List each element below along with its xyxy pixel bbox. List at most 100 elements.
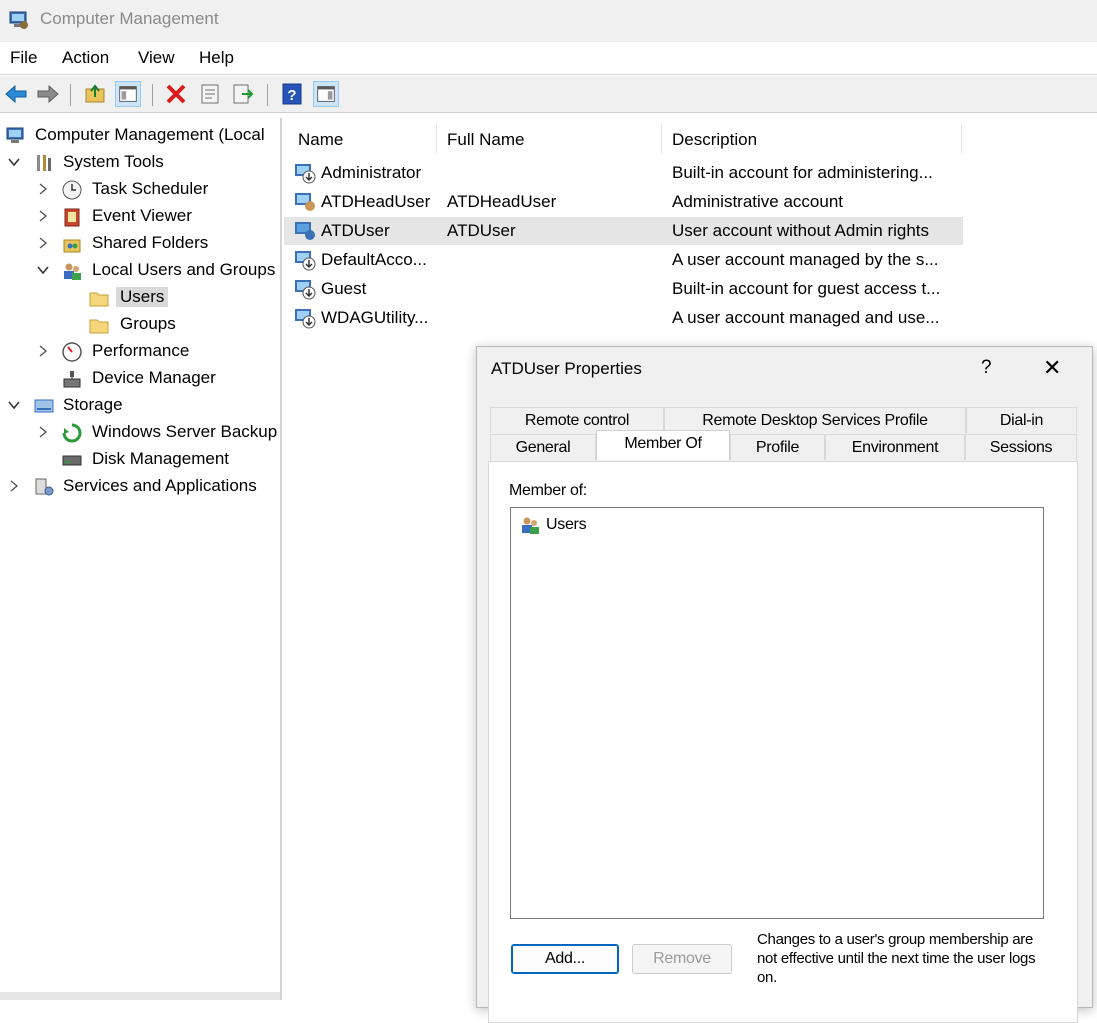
device-manager-icon [63,371,81,388]
tree-horizontal-scrollbar[interactable] [0,992,280,1000]
chevron-right-icon[interactable] [36,236,50,250]
table-row[interactable]: Administrator Built-in account for admin… [284,159,963,187]
export-list-icon[interactable] [230,81,256,107]
toolbar: ? [0,76,1097,113]
computer-management-icon [6,127,24,143]
table-row[interactable]: DefaultAcco... A user account managed by… [284,246,963,274]
table-row[interactable]: ATDUser ATDUser User account without Adm… [284,217,963,245]
tab-row-1: Remote control Remote Desktop Services P… [490,407,1077,434]
user-icon [295,222,315,240]
properties-icon[interactable] [197,81,223,107]
add-button[interactable]: Add... [511,944,619,974]
show-hide-action-pane-icon[interactable] [313,81,339,107]
column-header-name[interactable]: Name [288,124,437,154]
table-row[interactable]: Guest Built-in account for guest access … [284,275,963,303]
cell-name: Administrator [321,163,422,182]
show-hide-console-tree-icon[interactable] [115,81,141,107]
close-icon[interactable]: ✕ [1043,355,1061,381]
tab-member-of[interactable]: Member Of [596,430,730,460]
tree-label: Computer Management (Local [35,125,265,144]
forward-arrow-icon[interactable] [35,81,61,107]
help-button[interactable]: ? [981,357,992,379]
tab-dial-in[interactable]: Dial-in [966,407,1077,433]
menu-action[interactable]: Action [62,48,109,68]
users-group-icon [522,517,539,534]
tree-item-system-tools[interactable]: System Tools [0,150,280,176]
tab-sessions[interactable]: Sessions [965,434,1077,460]
backup-icon [62,423,82,443]
chevron-right-icon[interactable] [36,209,50,223]
tree-label: Windows Server Backup [92,422,278,441]
tree-item-computer-management[interactable]: Computer Management (Local [0,123,280,149]
toolbar-separator [152,84,153,106]
tree-item-storage[interactable]: Storage [0,393,280,419]
tree-label: Local Users and Groups [92,260,276,279]
chevron-down-icon[interactable] [7,155,21,169]
services-icon [35,478,54,496]
cell-description: Built-in account for guest access t... [672,279,941,298]
tree-item-users[interactable]: Users [0,285,280,311]
clock-icon [62,180,82,200]
member-of-label: Member of: [509,482,587,499]
tree-item-shared-folders[interactable]: Shared Folders [0,231,280,257]
storage-icon [34,399,54,413]
tree-item-task-scheduler[interactable]: Task Scheduler [0,177,280,203]
toolbar-separator [70,84,71,106]
toolbar-separator [267,84,268,106]
member-of-tab-page: Member of: Users Add... Remove Changes t… [488,461,1078,1023]
cell-description: User account without Admin rights [672,221,930,240]
tree-item-windows-server-backup[interactable]: Windows Server Backup [0,420,280,446]
tab-environment[interactable]: Environment [825,434,965,460]
chevron-right-icon[interactable] [36,425,50,439]
menu-file[interactable]: File [10,48,37,68]
member-of-list[interactable]: Users [510,507,1044,919]
chevron-right-icon[interactable] [36,182,50,196]
back-arrow-icon[interactable] [3,81,29,107]
table-row[interactable]: WDAGUtility... A user account managed an… [284,304,963,332]
tree-label: Users [116,287,169,307]
chevron-right-icon[interactable] [36,344,50,358]
tree-label: Disk Management [92,449,230,468]
up-folder-icon[interactable] [82,81,108,107]
cell-description: A user account managed by the s... [672,250,939,269]
tree-item-disk-management[interactable]: Disk Management [0,447,280,473]
tree-item-groups[interactable]: Groups [0,312,280,338]
chevron-down-icon[interactable] [36,263,50,277]
remove-button[interactable]: Remove [632,944,732,974]
tree-item-event-viewer[interactable]: Event Viewer [0,204,280,230]
column-header-full-name[interactable]: Full Name [437,124,662,154]
cell-name: ATDHeadUser [321,192,431,211]
window-title: Computer Management [40,9,219,28]
tree-label: Services and Applications [63,476,257,495]
console-tree: Computer Management (Local System Tools … [0,118,282,1000]
chevron-right-icon[interactable] [7,479,21,493]
column-header-description[interactable]: Description [662,124,962,154]
user-icon [295,309,316,329]
tree-item-performance[interactable]: Performance [0,339,280,365]
tree-item-device-manager[interactable]: Device Manager [0,366,280,392]
svg-text:?: ? [287,87,296,104]
title-bar: Computer Management [0,0,1097,42]
menu-help[interactable]: Help [199,48,234,68]
help-icon[interactable]: ? [279,81,305,107]
folder-icon [89,292,109,307]
table-row[interactable]: ATDHeadUser ATDHeadUser Administrative a… [284,188,963,216]
cell-full-name: ATDHeadUser [447,192,557,211]
tab-profile[interactable]: Profile [730,434,825,460]
disk-icon [62,455,82,466]
membership-note: Changes to a user's group membership are… [757,931,1036,986]
tree-item-services-and-applications[interactable]: Services and Applications [0,474,280,500]
tree-label: Event Viewer [92,206,192,225]
tree-item-local-users-and-groups[interactable]: Local Users and Groups [0,258,280,284]
shared-folder-icon [63,239,81,253]
delete-icon[interactable] [163,81,189,107]
tab-general[interactable]: General [490,434,596,460]
tree-label: Groups [120,314,176,333]
chevron-down-icon[interactable] [7,398,21,412]
tab-row-2: General Member Of Profile Environment Se… [490,430,1077,461]
menu-view[interactable]: View [138,48,175,68]
event-viewer-icon [64,208,80,227]
cell-name: Guest [321,279,367,298]
folder-icon [89,319,109,334]
dialog-title: ATDUser Properties [491,359,642,378]
